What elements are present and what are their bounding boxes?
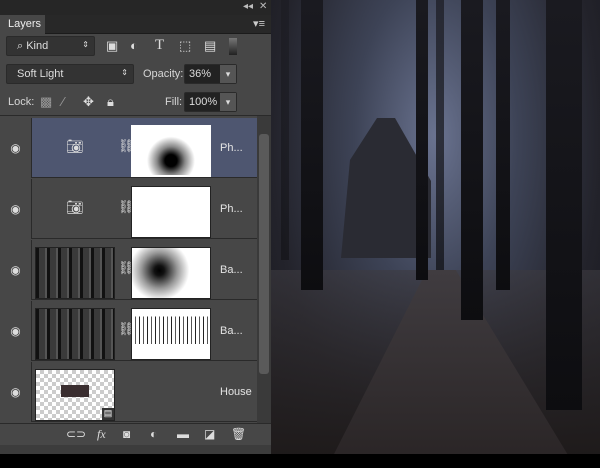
layer-row[interactable]: ◉ ⛓ Ba...	[0, 301, 257, 361]
lock-all-icon[interactable]: 🔒︎	[107, 94, 114, 110]
layer-name: Ba...	[220, 264, 243, 276]
filter-toggle[interactable]	[229, 38, 237, 55]
adjustment-filter-icon[interactable]: ◐	[130, 38, 138, 53]
layer-row[interactable]: ◉ ⛓ Ba...	[0, 240, 257, 300]
lock-position-icon[interactable]: ✥	[83, 94, 94, 110]
lock-image-icon[interactable]: ⁄	[62, 94, 64, 109]
smart-object-filter-icon[interactable]: ▤	[204, 38, 216, 54]
layer-mask-thumbnail[interactable]	[131, 125, 211, 177]
layer-name: Ba...	[220, 325, 243, 337]
fill-label: Fill:	[165, 96, 183, 108]
layer-mask-thumbnail[interactable]	[131, 186, 211, 238]
tree	[416, 0, 428, 280]
layer-name: Ph...	[220, 203, 243, 215]
opacity-input[interactable]: 36% ▾	[184, 64, 237, 84]
type-filter-icon[interactable]: T	[155, 37, 164, 54]
opacity-dropdown-icon[interactable]: ▾	[220, 65, 236, 83]
panel-menu-icon[interactable]: ▾≡	[253, 17, 265, 30]
opacity-label: Opacity:	[143, 68, 184, 80]
collapse-icon[interactable]: ◂◂	[243, 1, 253, 12]
layer-name: House	[220, 386, 252, 398]
fx-icon[interactable]: fx	[97, 427, 106, 442]
visibility-eye-icon[interactable]: ◉	[0, 179, 32, 239]
new-layer-icon[interactable]: ◪	[204, 427, 215, 441]
visibility-eye-icon[interactable]: ◉	[0, 118, 32, 178]
layer-thumbnail[interactable]: ▤	[35, 369, 115, 421]
layer-name: Ph...	[220, 142, 243, 154]
shape-filter-icon[interactable]: ⬚	[179, 38, 191, 54]
layer-row[interactable]: ◉ 📷︎ ⛓ Ph...	[0, 118, 257, 178]
visibility-eye-icon[interactable]: ◉	[0, 362, 32, 422]
add-mask-icon[interactable]: ◙	[123, 427, 130, 441]
fill-input[interactable]: 100% ▾	[184, 92, 237, 112]
new-adjustment-icon[interactable]: ◐	[150, 427, 157, 441]
filter-kind-select[interactable]: ⌕ Kind ⇕	[6, 36, 95, 56]
resize-grip[interactable]	[0, 445, 271, 454]
opacity-value: 36%	[189, 68, 212, 80]
layers-list: ◉ 📷︎ ⛓ Ph... ◉ 📷︎ ⛓ Ph... ◉ ⛓ Ba... ◉ ⛓ …	[0, 116, 257, 423]
kind-label: Kind	[26, 40, 49, 52]
blend-mode-select[interactable]: Soft Light ⇕	[6, 64, 134, 84]
blend-mode-value: Soft Light	[17, 68, 64, 80]
lock-label: Lock:	[8, 96, 35, 108]
layer-row[interactable]: ◉ 📷︎ ⛓ Ph...	[0, 179, 257, 239]
pixel-filter-icon[interactable]: ▣	[106, 38, 118, 54]
photo-filter-icon: 📷︎	[66, 138, 84, 154]
smart-object-icon: ▤	[102, 408, 114, 420]
fill-value: 100%	[189, 96, 218, 108]
photo-filter-icon: 📷︎	[66, 199, 84, 215]
tree	[436, 0, 444, 270]
new-group-icon[interactable]: ▬	[177, 427, 189, 441]
tree	[301, 0, 323, 290]
layer-thumbnail[interactable]	[35, 308, 115, 360]
delete-layer-icon[interactable]: 🗑︎	[231, 427, 246, 441]
link-layers-icon[interactable]: ⊂⊃	[66, 427, 86, 441]
layer-row[interactable]: ◉ ▤ House	[0, 362, 257, 422]
fill-dropdown-icon[interactable]: ▾	[220, 93, 236, 111]
visibility-eye-icon[interactable]: ◉	[0, 240, 32, 300]
canvas-image	[271, 0, 600, 454]
lock-transparent-icon[interactable]: ▩	[40, 94, 52, 110]
layer-thumbnail[interactable]	[35, 247, 115, 299]
tree	[546, 0, 582, 410]
close-icon[interactable]: ✕	[259, 1, 267, 12]
layers-scrollbar[interactable]	[257, 116, 271, 423]
tab-layers[interactable]: Layers	[0, 15, 45, 34]
layer-mask-thumbnail[interactable]	[131, 308, 211, 360]
visibility-eye-icon[interactable]: ◉	[0, 301, 32, 361]
layers-toolbar: ⊂⊃ fx ◙ ◐ ▬ ◪ 🗑︎	[0, 423, 271, 445]
tree	[461, 0, 483, 320]
layers-panel: ◂◂ ✕ Layers ▾≡ ⌕ Kind ⇕ ▣ ◐ T ⬚ ▤ Soft Li…	[0, 0, 271, 454]
tree	[496, 0, 510, 290]
tree	[281, 0, 289, 260]
scrollbar-thumb[interactable]	[259, 134, 269, 374]
layer-mask-thumbnail[interactable]	[131, 247, 211, 299]
house-thumbnail	[61, 385, 89, 397]
